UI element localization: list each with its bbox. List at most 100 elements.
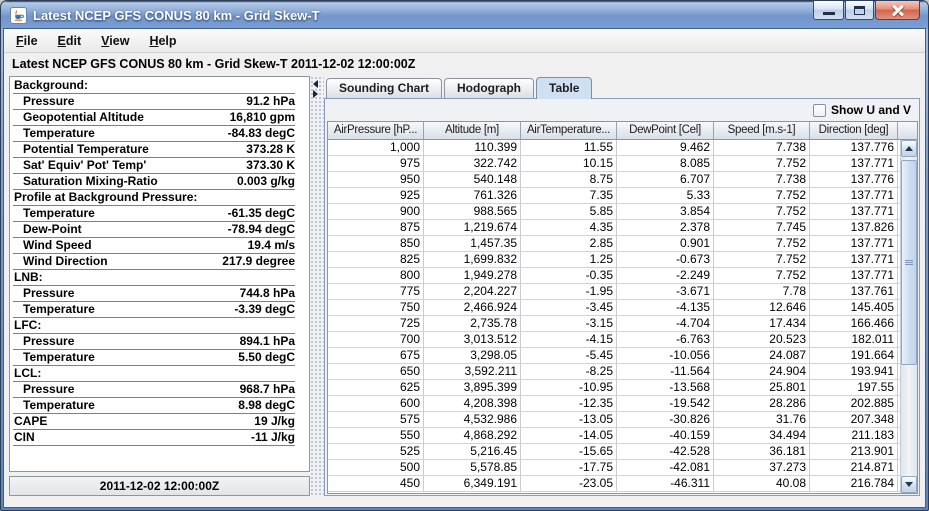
table-cell[interactable]: 137.826 xyxy=(810,220,898,236)
table-cell[interactable]: 7.78 xyxy=(714,284,810,300)
table-cell[interactable]: -5.45 xyxy=(521,348,617,364)
table-cell[interactable]: 191.664 xyxy=(810,348,898,364)
table-row[interactable]: 7752,204.227-1.95-3.6717.78137.761 xyxy=(328,284,900,300)
table-cell[interactable]: 3,895.399 xyxy=(424,380,521,396)
table-row[interactable]: 5504,868.292-14.05-40.15934.494211.183 xyxy=(328,428,900,444)
table-cell[interactable]: -23.05 xyxy=(521,476,617,492)
table-cell[interactable]: 7.752 xyxy=(714,156,810,172)
table-cell[interactable]: 1,219.674 xyxy=(424,220,521,236)
table-cell[interactable]: 20.523 xyxy=(714,332,810,348)
table-cell[interactable]: -1.95 xyxy=(521,284,617,300)
table-cell[interactable]: 1,699.832 xyxy=(424,252,521,268)
table-cell[interactable]: -42.081 xyxy=(617,460,714,476)
table-cell[interactable]: 137.771 xyxy=(810,268,898,284)
table-cell[interactable]: 975 xyxy=(328,156,424,172)
table-cell[interactable]: 450 xyxy=(328,476,424,492)
table-cell[interactable]: -2.249 xyxy=(617,268,714,284)
table-cell[interactable]: 25.801 xyxy=(714,380,810,396)
table-cell[interactable]: 5,216.45 xyxy=(424,444,521,460)
table-cell[interactable]: 2.85 xyxy=(521,236,617,252)
table-cell[interactable]: -0.673 xyxy=(617,252,714,268)
table-cell[interactable]: 24.087 xyxy=(714,348,810,364)
table-cell[interactable]: 137.771 xyxy=(810,236,898,252)
table-row[interactable]: 6004,208.398-12.35-19.54228.286202.885 xyxy=(328,396,900,412)
table-cell[interactable]: 137.761 xyxy=(810,284,898,300)
title-bar[interactable]: Latest NCEP GFS CONUS 80 km - Grid Skew-… xyxy=(1,1,928,29)
menu-file[interactable]: File xyxy=(6,31,48,51)
table-cell[interactable]: 3.854 xyxy=(617,204,714,220)
table-cell[interactable]: 2,466.924 xyxy=(424,300,521,316)
table-cell[interactable]: 2,735.78 xyxy=(424,316,521,332)
table-cell[interactable]: -13.568 xyxy=(617,380,714,396)
table-cell[interactable]: 4,868.292 xyxy=(424,428,521,444)
table-cell[interactable]: 540.148 xyxy=(424,172,521,188)
table-row[interactable]: 8001,949.278-0.35-2.2497.752137.771 xyxy=(328,268,900,284)
split-divider[interactable] xyxy=(310,76,324,496)
table-cell[interactable]: 7.752 xyxy=(714,236,810,252)
table-cell[interactable]: 166.466 xyxy=(810,316,898,332)
menu-help[interactable]: Help xyxy=(139,31,186,51)
table-cell[interactable]: 600 xyxy=(328,396,424,412)
table-cell[interactable]: 110.399 xyxy=(424,140,521,156)
table-cell[interactable]: -6.763 xyxy=(617,332,714,348)
table-cell[interactable]: -14.05 xyxy=(521,428,617,444)
table-cell[interactable]: 3,592.211 xyxy=(424,364,521,380)
table-row[interactable]: 7502,466.924-3.45-4.13512.646145.405 xyxy=(328,300,900,316)
table-cell[interactable]: 575 xyxy=(328,412,424,428)
table-cell[interactable]: 193.941 xyxy=(810,364,898,380)
table-cell[interactable]: 182.011 xyxy=(810,332,898,348)
table-cell[interactable]: -10.95 xyxy=(521,380,617,396)
table-cell[interactable]: 725 xyxy=(328,316,424,332)
table-row[interactable]: 6253,895.399-10.95-13.56825.801197.55 xyxy=(328,380,900,396)
column-header[interactable]: Direction [deg] xyxy=(810,122,898,139)
table-cell[interactable]: -15.65 xyxy=(521,444,617,460)
table-cell[interactable]: -30.826 xyxy=(617,412,714,428)
table-cell[interactable]: -10.056 xyxy=(617,348,714,364)
table-cell[interactable]: 137.771 xyxy=(810,156,898,172)
table-cell[interactable]: 950 xyxy=(328,172,424,188)
table-row[interactable]: 5005,578.85-17.75-42.08137.273214.871 xyxy=(328,460,900,476)
table-cell[interactable]: 675 xyxy=(328,348,424,364)
table-cell[interactable]: 6,349.191 xyxy=(424,476,521,492)
table-cell[interactable]: 34.494 xyxy=(714,428,810,444)
table-cell[interactable]: 12.646 xyxy=(714,300,810,316)
tab-sounding-chart[interactable]: Sounding Chart xyxy=(326,78,442,98)
table-cell[interactable]: 207.348 xyxy=(810,412,898,428)
table-cell[interactable]: 202.885 xyxy=(810,396,898,412)
table-row[interactable]: 8751,219.6744.352.3787.745137.826 xyxy=(328,220,900,236)
collapse-right-icon[interactable] xyxy=(313,90,318,98)
table-cell[interactable]: 24.904 xyxy=(714,364,810,380)
table-cell[interactable]: -19.542 xyxy=(617,396,714,412)
table-cell[interactable]: 8.75 xyxy=(521,172,617,188)
table-cell[interactable]: 550 xyxy=(328,428,424,444)
tab-table[interactable]: Table xyxy=(536,77,592,99)
table-cell[interactable]: 9.462 xyxy=(617,140,714,156)
table-cell[interactable]: 775 xyxy=(328,284,424,300)
table-cell[interactable]: -13.05 xyxy=(521,412,617,428)
table-cell[interactable]: 650 xyxy=(328,364,424,380)
column-header[interactable]: AirPressure [hP... xyxy=(328,122,424,139)
table-cell[interactable]: -42.528 xyxy=(617,444,714,460)
table-cell[interactable]: -3.15 xyxy=(521,316,617,332)
table-cell[interactable]: 1,949.278 xyxy=(424,268,521,284)
table-row[interactable]: 6503,592.211-8.25-11.56424.904193.941 xyxy=(328,364,900,380)
column-header[interactable]: Speed [m.s-1] xyxy=(714,122,810,139)
table-cell[interactable]: 11.55 xyxy=(521,140,617,156)
table-cell[interactable]: 40.08 xyxy=(714,476,810,492)
table-row[interactable]: 5255,216.45-15.65-42.52836.181213.901 xyxy=(328,444,900,460)
table-cell[interactable]: 137.771 xyxy=(810,188,898,204)
table-cell[interactable]: 700 xyxy=(328,332,424,348)
table-cell[interactable]: 137.776 xyxy=(810,172,898,188)
table-cell[interactable]: 322.742 xyxy=(424,156,521,172)
table-cell[interactable]: 214.871 xyxy=(810,460,898,476)
table-cell[interactable]: -3.671 xyxy=(617,284,714,300)
table-cell[interactable]: 875 xyxy=(328,220,424,236)
close-button[interactable] xyxy=(875,1,920,20)
table-cell[interactable]: 0.901 xyxy=(617,236,714,252)
table-row[interactable]: 5754,532.986-13.05-30.82631.76207.348 xyxy=(328,412,900,428)
table-cell[interactable]: 1,457.35 xyxy=(424,236,521,252)
table-cell[interactable]: 2.378 xyxy=(617,220,714,236)
column-header[interactable]: DewPoint [Cel] xyxy=(617,122,714,139)
table-cell[interactable]: 1,000 xyxy=(328,140,424,156)
table-cell[interactable]: 197.55 xyxy=(810,380,898,396)
